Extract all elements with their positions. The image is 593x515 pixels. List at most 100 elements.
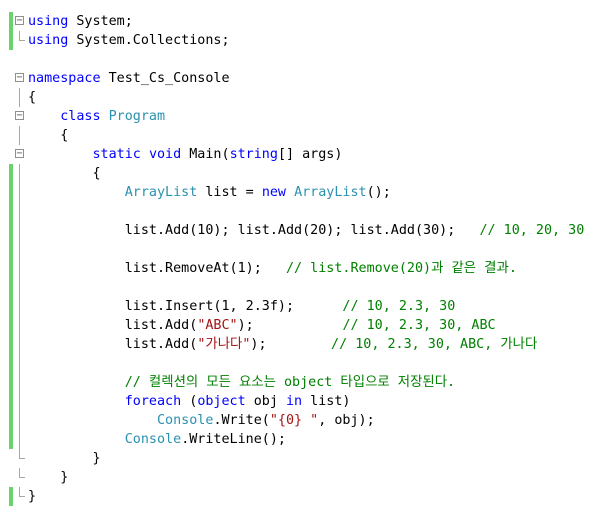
code-token: foreach xyxy=(124,394,182,409)
code-token: (); xyxy=(366,185,391,200)
code-token: [] args) xyxy=(277,147,343,162)
code-text: ArrayList list = new ArrayList(); xyxy=(28,183,391,202)
code-token: list.Add( xyxy=(28,318,198,333)
code-token: , obj); xyxy=(318,413,375,428)
code-line[interactable] xyxy=(0,202,593,221)
code-token: list = xyxy=(197,185,262,200)
collapse-icon[interactable]: − xyxy=(15,73,24,83)
fold-guide-line xyxy=(19,392,20,411)
change-indicator-bar xyxy=(9,278,13,297)
code-line[interactable] xyxy=(0,240,593,259)
code-line[interactable]: foreach (object obj in list) xyxy=(0,392,593,411)
code-text: foreach (object obj in list) xyxy=(28,392,351,411)
code-token: "{0} " xyxy=(269,413,319,428)
change-indicator-bar xyxy=(9,12,13,31)
code-line[interactable]: { xyxy=(0,164,593,183)
code-line[interactable]: } xyxy=(0,487,593,506)
code-line[interactable]: } xyxy=(0,468,593,487)
code-line[interactable]: { xyxy=(0,88,593,107)
code-token: list) xyxy=(302,394,351,409)
code-line[interactable] xyxy=(0,278,593,297)
code-line[interactable]: − using System; xyxy=(0,12,593,31)
change-indicator-bar xyxy=(9,335,13,354)
code-line[interactable]: } xyxy=(0,449,593,468)
fold-guide-line xyxy=(19,316,20,335)
code-text: } xyxy=(28,449,100,468)
code-token: Console xyxy=(157,413,214,428)
change-indicator-bar xyxy=(9,259,13,278)
fold-guide-line xyxy=(19,335,20,354)
code-token: // 10, 2.3, 30 xyxy=(342,299,456,314)
code-token: ); xyxy=(237,318,343,333)
code-text: { xyxy=(28,164,100,183)
code-token: System.Collections; xyxy=(68,33,230,48)
code-text: using System; xyxy=(28,12,133,31)
code-line[interactable]: − namespace Test_Cs_Console xyxy=(0,69,593,88)
code-line[interactable]: list.Insert(1, 2.3f); // 10, 2.3, 30 xyxy=(0,297,593,316)
code-line[interactable]: Console.WriteLine(); xyxy=(0,430,593,449)
collapse-icon[interactable]: − xyxy=(15,16,24,26)
code-token: using xyxy=(28,14,69,29)
fold-guide-line xyxy=(19,240,20,259)
code-line[interactable]: list.Add(10); list.Add(20); list.Add(30)… xyxy=(0,221,593,240)
code-token: { xyxy=(28,90,37,105)
code-line[interactable]: ArrayList list = new ArrayList(); xyxy=(0,183,593,202)
change-indicator-bar xyxy=(9,164,13,183)
code-line[interactable]: { xyxy=(0,126,593,145)
code-token: ( xyxy=(181,394,198,409)
code-text: using System.Collections; xyxy=(28,31,230,50)
code-line[interactable] xyxy=(0,354,593,373)
fold-guide-line xyxy=(19,164,20,183)
change-indicator-bar xyxy=(9,392,13,411)
code-line[interactable]: using System.Collections; xyxy=(0,31,593,50)
fold-guide-line xyxy=(19,411,20,430)
fold-guide-line xyxy=(19,430,20,449)
code-token: .WriteLine(); xyxy=(181,432,286,447)
collapse-icon[interactable]: − xyxy=(15,149,24,159)
code-token: namespace xyxy=(28,71,101,86)
code-token: // 10, 2.3, 30, ABC, 가나다 xyxy=(331,337,538,352)
fold-guide-line xyxy=(19,354,20,373)
change-indicator-bar xyxy=(9,31,13,50)
code-text: list.Insert(1, 2.3f); // 10, 2.3, 30 xyxy=(28,297,456,316)
fold-guide-line xyxy=(19,202,20,221)
code-editor[interactable]: − using System; using System.Collections; −… xyxy=(0,0,593,515)
code-line[interactable]: − class Program xyxy=(0,107,593,126)
change-indicator-bar xyxy=(9,430,13,449)
fold-guide-line xyxy=(19,88,20,107)
code-line[interactable]: list.Add("가나다"); // 10, 2.3, 30, ABC, 가나… xyxy=(0,335,593,354)
code-text: list.Add("ABC"); // 10, 2.3, 30, ABC xyxy=(28,316,496,335)
code-line[interactable]: − static void Main(string[] args) xyxy=(0,145,593,164)
fold-guide-line xyxy=(19,183,20,202)
code-token: using xyxy=(28,33,69,48)
code-line[interactable]: // 컬렉션의 모든 요소는 object 타입으로 저장된다. xyxy=(0,373,593,392)
code-text: { xyxy=(28,126,68,145)
code-line[interactable]: list.RemoveAt(1); // list.Remove(20)과 같은… xyxy=(0,259,593,278)
change-indicator-bar xyxy=(9,354,13,373)
code-token: // 10, 20, 30 xyxy=(479,223,585,238)
collapse-icon[interactable]: − xyxy=(15,111,24,121)
code-token: Main( xyxy=(181,147,230,162)
code-token: void xyxy=(148,147,182,162)
code-text: namespace Test_Cs_Console xyxy=(28,69,230,88)
code-line[interactable]: Console.Write("{0} ", obj); xyxy=(0,411,593,430)
code-line[interactable] xyxy=(0,50,593,69)
code-token: Program xyxy=(108,109,166,124)
change-indicator-bar xyxy=(9,316,13,335)
code-text: list.RemoveAt(1); // list.Remove(20)과 같은… xyxy=(28,259,517,278)
code-token: ); xyxy=(250,337,332,352)
code-token: // list.Remove(20)과 같은 결과. xyxy=(285,261,517,276)
code-line[interactable]: list.Add("ABC"); // 10, 2.3, 30, ABC xyxy=(0,316,593,335)
code-token: Console xyxy=(124,432,182,447)
code-token: // 10, 2.3, 30, ABC xyxy=(342,318,496,333)
code-text: { xyxy=(28,88,36,107)
code-token: in xyxy=(286,394,303,409)
code-text: class Program xyxy=(28,107,165,126)
code-token: .Write( xyxy=(213,413,270,428)
